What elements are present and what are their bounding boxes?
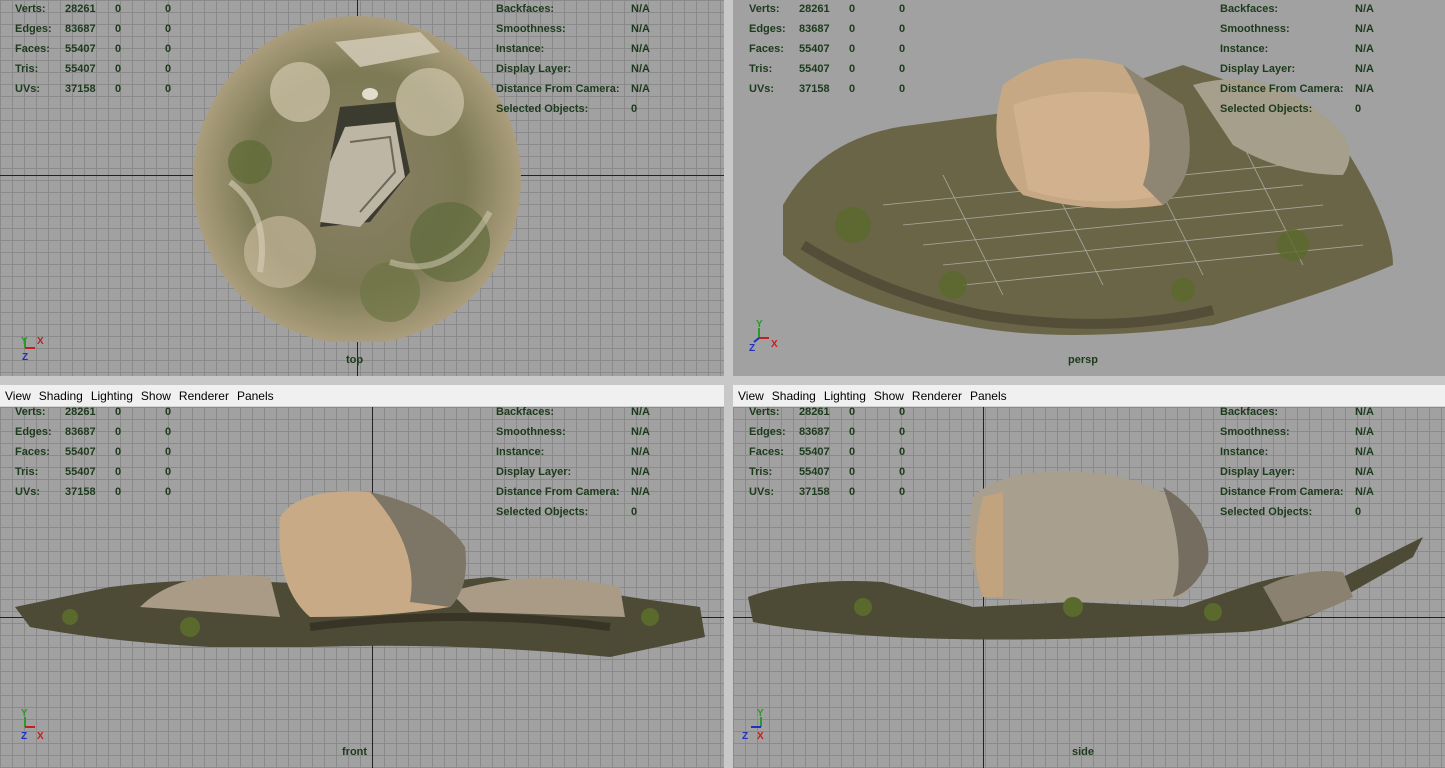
camera-label-persp: persp xyxy=(1068,354,1098,366)
stat-faces: Faces: 55407 0 0 xyxy=(15,43,172,55)
info-distance: Distance From Camera: N/A xyxy=(496,83,650,95)
info-backfaces: Backfaces: N/A xyxy=(1220,3,1374,15)
camera-label-front: front xyxy=(342,746,368,758)
svg-text:Y: Y xyxy=(21,336,28,347)
menu-panels[interactable]: Panels xyxy=(970,389,1007,403)
info-instance: Instance: N/A xyxy=(1220,446,1374,458)
viewport-front[interactable]: Verts: 28261 0 0 Edges: 83687 0 0 Faces: 55407 0… xyxy=(0,407,724,768)
panel-side[interactable]: View Shading Lighting Show Renderer Pane… xyxy=(733,385,1445,768)
stat-faces: Faces: 55407 0 0 xyxy=(749,43,906,55)
stat-uvs: UVs: 37158 0 0 xyxy=(749,83,906,95)
stat-tris: Tris: 55407 0 0 xyxy=(749,63,906,75)
panel-persp[interactable]: Verts: 28261 0 0 Edges: 83687 0 0 Faces: 55407 0… xyxy=(733,0,1445,376)
menu-shading[interactable]: Shading xyxy=(772,389,816,403)
stat-verts: Verts: 28261 0 0 xyxy=(749,407,906,418)
info-smoothness: Smoothness: N/A xyxy=(496,426,650,438)
menu-shading[interactable]: Shading xyxy=(39,389,83,403)
stat-edges: Edges: 83687 0 0 xyxy=(15,23,172,35)
stat-tris: Tris: 55407 0 0 xyxy=(15,63,172,75)
stat-uvs: UVs: 37158 0 0 xyxy=(749,486,906,498)
rock-mesh-top[interactable] xyxy=(190,12,530,342)
stat-verts: Verts: 28261 0 0 xyxy=(749,3,906,15)
info-backfaces: Backfaces: N/A xyxy=(496,407,650,418)
menu-renderer[interactable]: Renderer xyxy=(179,389,229,403)
menu-lighting[interactable]: Lighting xyxy=(91,389,133,403)
poly-stats: Verts: 28261 0 0 Edges: 83687 0 0 Faces: 55407 0… xyxy=(749,407,929,502)
axis-gizmo-icon: Y X Z xyxy=(21,336,44,363)
panel-top[interactable]: Verts: 28261 0 0 Edges: 83687 0 0 Faces: 55407 0… xyxy=(0,0,724,376)
info-display-layer: Display Layer: N/A xyxy=(1220,63,1374,75)
svg-text:Y: Y xyxy=(21,708,28,719)
svg-text:Z: Z xyxy=(22,352,28,363)
svg-text:X: X xyxy=(37,336,44,347)
menu-panels[interactable]: Panels xyxy=(237,389,274,403)
info-instance: Instance: N/A xyxy=(496,446,650,458)
info-instance: Instance: N/A xyxy=(496,43,650,55)
object-info: Backfaces: N/A Smoothness: N/A Instance: N/… xyxy=(1220,0,1374,119)
axis-gizmo-icon: Y Z X xyxy=(21,708,44,742)
info-smoothness: Smoothness: N/A xyxy=(1220,23,1374,35)
stat-uvs: UVs: 37158 0 0 xyxy=(15,486,172,498)
poly-stats: Verts: 28261 0 0 Edges: 83687 0 0 Faces: 55407 0… xyxy=(15,407,195,502)
panel-front[interactable]: View Shading Lighting Show Renderer Pane… xyxy=(0,385,724,768)
info-distance: Distance From Camera: N/A xyxy=(1220,83,1374,95)
svg-text:X: X xyxy=(37,731,44,742)
menu-view[interactable]: View xyxy=(5,389,31,403)
info-selected: Selected Objects: 0 xyxy=(496,103,638,115)
poly-stats: Verts: 28261 0 0 Edges: 83687 0 0 Faces: 55407 0… xyxy=(15,0,195,99)
viewport-persp[interactable]: Verts: 28261 0 0 Edges: 83687 0 0 Faces: 55407 0… xyxy=(733,0,1445,376)
axis-gizmo-icon: Y X Z xyxy=(749,319,778,354)
stat-faces: Faces: 55407 0 0 xyxy=(15,446,172,458)
info-display-layer: Display Layer: N/A xyxy=(1220,466,1374,478)
svg-text:X: X xyxy=(757,731,764,742)
svg-text:Z: Z xyxy=(21,731,27,742)
viewport-top[interactable]: Verts: 28261 0 0 Edges: 83687 0 0 Faces: 55407 0… xyxy=(0,0,724,376)
object-info: Backfaces: N/A Smoothness: N/A Instance: N/… xyxy=(496,407,650,522)
svg-text:Z: Z xyxy=(749,343,755,354)
axis-gizmo-icon: Y Z X xyxy=(742,708,764,742)
camera-label-top: top xyxy=(346,354,364,366)
camera-label-side: side xyxy=(1072,746,1095,758)
svg-text:Y: Y xyxy=(757,708,764,719)
info-backfaces: Backfaces: N/A xyxy=(1220,407,1374,418)
stat-edges: Edges: 83687 0 0 xyxy=(749,23,906,35)
info-distance: Distance From Camera: N/A xyxy=(496,486,650,498)
svg-text:X: X xyxy=(771,339,778,350)
stat-uvs: UVs: 37158 0 0 xyxy=(15,83,172,95)
panel-menu-bar: View Shading Lighting Show Renderer Pane… xyxy=(733,385,1445,407)
info-distance: Distance From Camera: N/A xyxy=(1220,486,1374,498)
info-backfaces: Backfaces: N/A xyxy=(496,3,650,15)
svg-text:Z: Z xyxy=(742,731,748,742)
menu-show[interactable]: Show xyxy=(141,389,171,403)
menu-view[interactable]: View xyxy=(738,389,764,403)
info-selected: Selected Objects: 0 xyxy=(1220,506,1362,518)
object-info: Backfaces: N/A Smoothness: N/A Instance: N/… xyxy=(496,0,650,119)
menu-lighting[interactable]: Lighting xyxy=(824,389,866,403)
info-display-layer: Display Layer: N/A xyxy=(496,63,650,75)
object-info: Backfaces: N/A Smoothness: N/A Instance: N/… xyxy=(1220,407,1374,522)
stat-edges: Edges: 83687 0 0 xyxy=(749,426,906,438)
menu-renderer[interactable]: Renderer xyxy=(912,389,962,403)
stat-tris: Tris: 55407 0 0 xyxy=(749,466,906,478)
info-smoothness: Smoothness: N/A xyxy=(496,23,650,35)
stat-faces: Faces: 55407 0 0 xyxy=(749,446,906,458)
menu-show[interactable]: Show xyxy=(874,389,904,403)
info-smoothness: Smoothness: N/A xyxy=(1220,426,1374,438)
stat-tris: Tris: 55407 0 0 xyxy=(15,466,172,478)
svg-text:Y: Y xyxy=(756,319,763,330)
stat-verts: Verts: 28261 0 0 xyxy=(15,407,172,418)
info-selected: Selected Objects: 0 xyxy=(496,506,638,518)
viewport-side[interactable]: Verts: 28261 0 0 Edges: 83687 0 0 Faces: 55407 0… xyxy=(733,407,1445,768)
panel-menu-bar: View Shading Lighting Show Renderer Pane… xyxy=(0,385,724,407)
info-instance: Instance: N/A xyxy=(1220,43,1374,55)
info-selected: Selected Objects: 0 xyxy=(1220,103,1362,115)
info-display-layer: Display Layer: N/A xyxy=(496,466,650,478)
stat-edges: Edges: 83687 0 0 xyxy=(15,426,172,438)
stat-verts: Verts: 28261 0 0 xyxy=(15,3,172,15)
poly-stats: Verts: 28261 0 0 Edges: 83687 0 0 Faces: 55407 0… xyxy=(749,0,929,99)
